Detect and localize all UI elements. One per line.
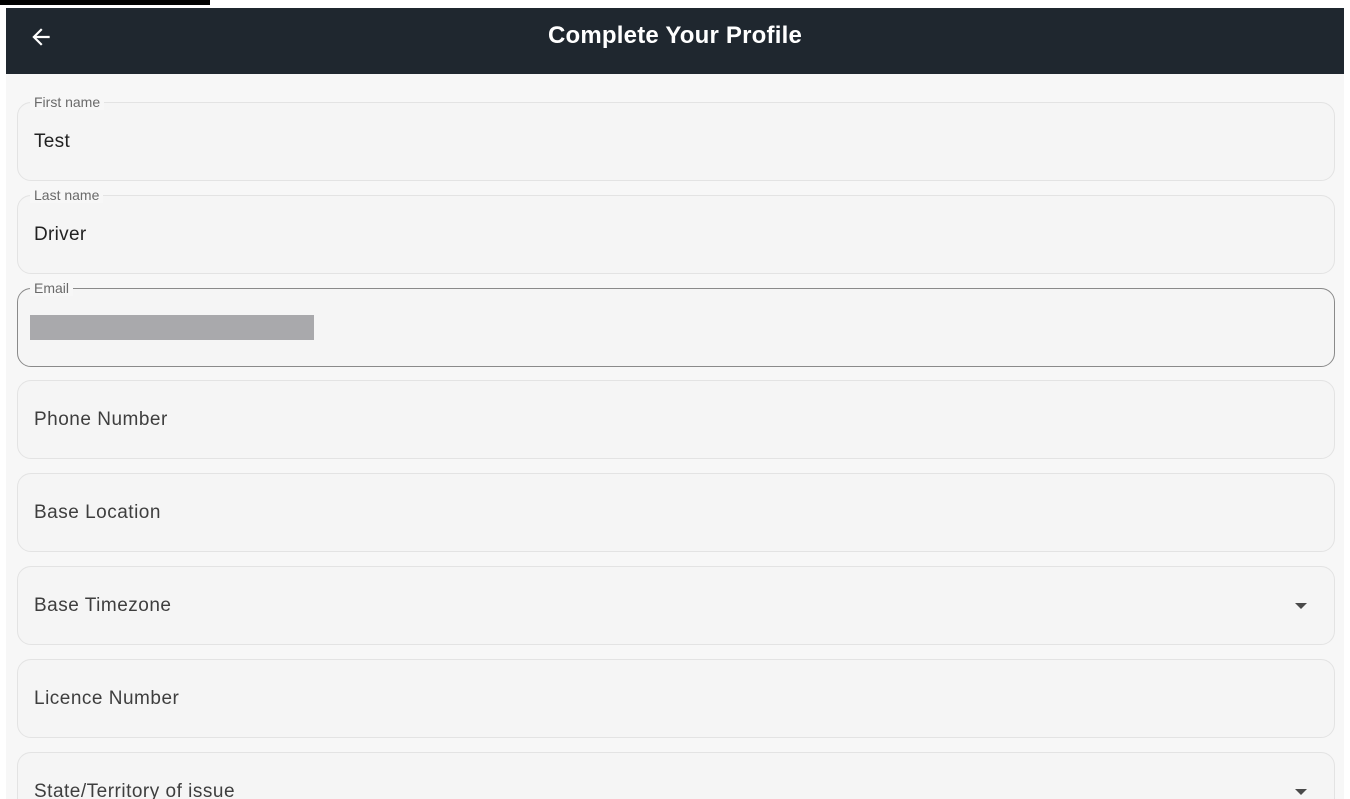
phone-number-field[interactable]: Phone Number xyxy=(17,380,1335,459)
base-timezone-placeholder: Base Timezone xyxy=(34,595,172,616)
top-strip-dark-segment xyxy=(0,0,210,5)
app-bar: Complete Your Profile xyxy=(6,8,1344,74)
phone-number-placeholder: Phone Number xyxy=(34,409,168,430)
licence-number-placeholder: Licence Number xyxy=(34,688,180,709)
arrow-left-icon xyxy=(28,24,54,55)
first-name-label: First name xyxy=(30,94,105,110)
page-title: Complete Your Profile xyxy=(547,22,803,49)
last-name-value: Driver xyxy=(34,224,87,245)
base-location-field[interactable]: Base Location xyxy=(17,473,1335,552)
dropdown-caret-icon xyxy=(1295,603,1307,609)
profile-form: First name Test Last name Driver Email P… xyxy=(6,74,1344,799)
top-strip xyxy=(0,0,1350,8)
email-field[interactable]: Email xyxy=(17,280,1335,367)
state-territory-select[interactable]: State/Territory of issue xyxy=(17,752,1335,799)
dropdown-caret-icon xyxy=(1295,789,1307,795)
last-name-field[interactable]: Last name Driver xyxy=(17,187,1335,274)
base-timezone-select[interactable]: Base Timezone xyxy=(17,566,1335,645)
email-label: Email xyxy=(30,280,74,296)
licence-number-field[interactable]: Licence Number xyxy=(17,659,1335,738)
first-name-value: Test xyxy=(34,131,71,152)
email-redacted-value xyxy=(30,315,314,340)
base-location-placeholder: Base Location xyxy=(34,502,161,523)
last-name-label: Last name xyxy=(30,187,104,203)
back-button[interactable] xyxy=(24,22,58,56)
first-name-field[interactable]: First name Test xyxy=(17,94,1335,181)
state-territory-placeholder: State/Territory of issue xyxy=(34,781,236,799)
